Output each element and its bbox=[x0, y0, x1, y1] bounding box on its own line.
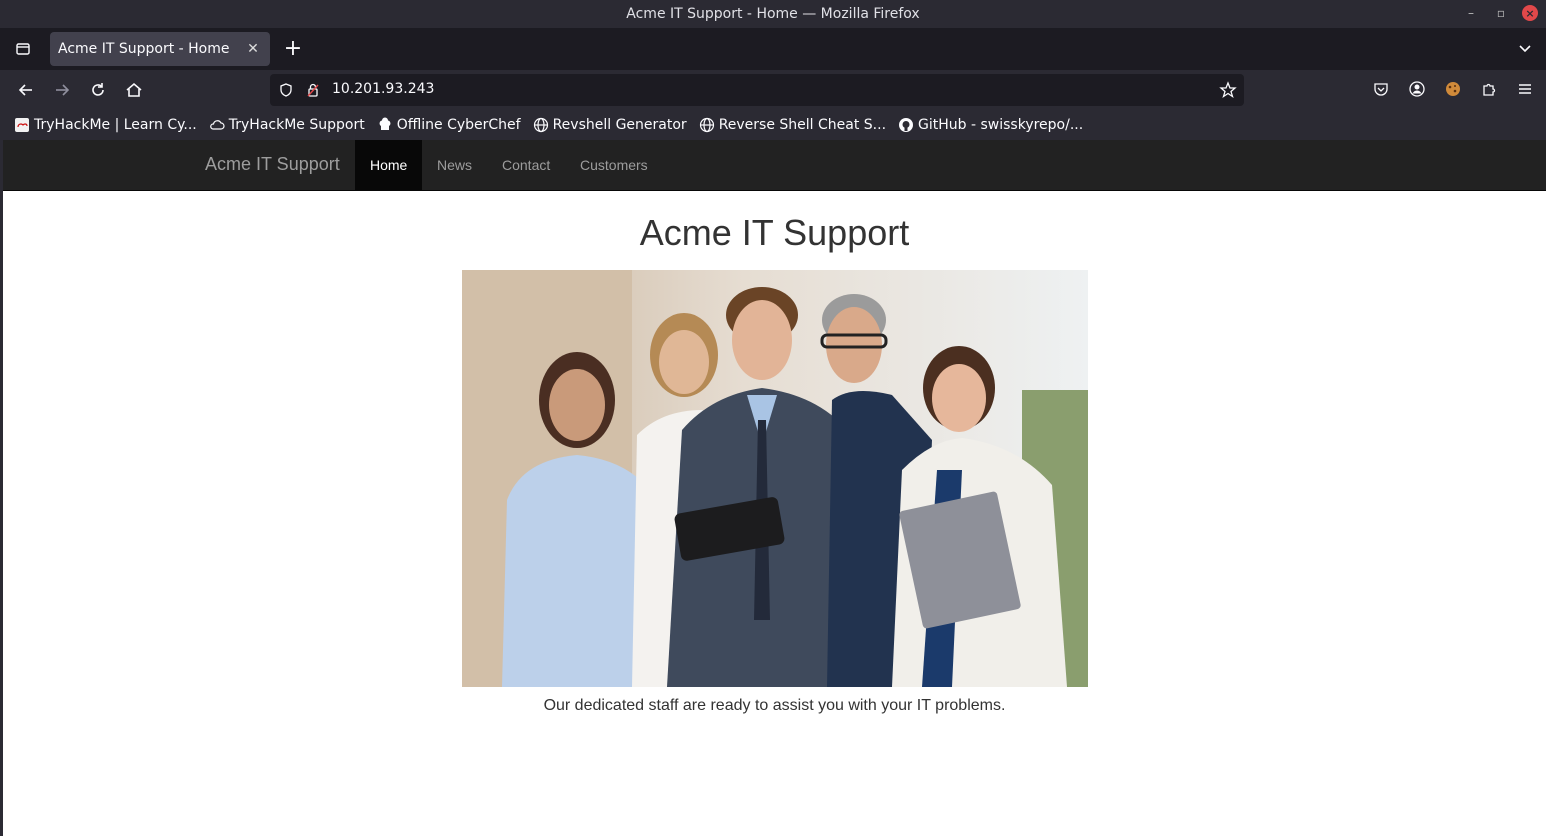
bookmark-github[interactable]: GitHub - swisskyrepo/... bbox=[898, 117, 1083, 133]
window-title: Acme IT Support - Home — Mozilla Firefox bbox=[626, 6, 920, 22]
nav-contact[interactable]: Contact bbox=[487, 140, 565, 190]
globe-icon bbox=[699, 117, 715, 133]
bookmark-tryhackme[interactable]: TryHackMe | Learn Cy... bbox=[14, 117, 197, 133]
team-photo bbox=[462, 270, 1088, 687]
site-brand[interactable]: Acme IT Support bbox=[205, 154, 340, 175]
extensions-puzzle-icon[interactable] bbox=[1478, 78, 1500, 100]
extension-cookie-icon[interactable] bbox=[1442, 78, 1464, 100]
window-controls: – ▫ × bbox=[1462, 4, 1538, 22]
close-window-icon[interactable]: × bbox=[1522, 5, 1538, 21]
photo-caption: Our dedicated staff are ready to assist … bbox=[543, 697, 1006, 714]
new-tab-icon[interactable]: + bbox=[282, 36, 304, 61]
bookmark-tryhackme-support[interactable]: TryHackMe Support bbox=[209, 117, 365, 133]
bookmark-label: TryHackMe Support bbox=[228, 117, 365, 133]
bookmarks-toolbar: TryHackMe | Learn Cy... TryHackMe Suppor… bbox=[0, 110, 1546, 140]
tab-active[interactable]: Acme IT Support - Home ✕ bbox=[50, 32, 270, 66]
bookmark-revshell[interactable]: Revshell Generator bbox=[533, 117, 687, 133]
window-titlebar: Acme IT Support - Home — Mozilla Firefox… bbox=[0, 0, 1546, 28]
globe-icon bbox=[533, 117, 549, 133]
reload-icon[interactable] bbox=[86, 78, 110, 102]
pocket-icon[interactable] bbox=[1370, 78, 1392, 100]
bookmark-label: Offline CyberChef bbox=[396, 117, 521, 133]
tab-label: Acme IT Support - Home bbox=[58, 41, 230, 57]
toolbar-right-icons bbox=[1370, 78, 1536, 100]
bookmark-label: GitHub - swisskyrepo/... bbox=[918, 117, 1084, 133]
site-navbar: Acme IT Support Home News Contact Custom… bbox=[3, 140, 1546, 191]
page-title: Acme IT Support bbox=[639, 212, 910, 253]
nav-news[interactable]: News bbox=[422, 140, 487, 190]
chef-hat-icon bbox=[377, 117, 393, 133]
nav-customers[interactable]: Customers bbox=[565, 140, 663, 190]
url-text[interactable]: 10.201.93.243 bbox=[332, 81, 434, 97]
url-bar[interactable]: 10.201.93.243 bbox=[270, 74, 1244, 106]
bookmark-cyberchef[interactable]: Offline CyberChef bbox=[377, 117, 521, 133]
browser-toolbar: 10.201.93.243 bbox=[0, 70, 1546, 110]
tryhackme-icon bbox=[14, 117, 30, 133]
bookmark-star-icon[interactable] bbox=[1219, 81, 1237, 99]
home-icon[interactable] bbox=[122, 78, 146, 102]
tab-list-icon[interactable] bbox=[12, 38, 34, 60]
tab-close-icon[interactable]: ✕ bbox=[244, 40, 262, 58]
bookmark-reverse-shell-cheat[interactable]: Reverse Shell Cheat S... bbox=[699, 117, 886, 133]
bookmark-label: Revshell Generator bbox=[552, 117, 687, 133]
chevron-down-icon[interactable] bbox=[1514, 38, 1536, 60]
bookmark-label: TryHackMe | Learn Cy... bbox=[34, 117, 197, 133]
nav-home[interactable]: Home bbox=[355, 140, 423, 190]
back-arrow-icon[interactable] bbox=[14, 78, 38, 102]
hamburger-menu-icon[interactable] bbox=[1514, 78, 1536, 100]
forward-arrow-icon[interactable] bbox=[50, 78, 74, 102]
tab-bar: Acme IT Support - Home ✕ + bbox=[0, 28, 1546, 70]
insecure-lock-icon[interactable] bbox=[304, 81, 322, 99]
bookmark-label: Reverse Shell Cheat S... bbox=[718, 117, 887, 133]
restore-icon[interactable]: ▫ bbox=[1492, 4, 1510, 22]
shield-icon[interactable] bbox=[277, 81, 295, 99]
github-icon bbox=[898, 117, 914, 133]
page-viewport: Acme IT Support Home News Contact Custom… bbox=[3, 140, 1546, 836]
account-icon[interactable] bbox=[1406, 78, 1428, 100]
cloud-icon bbox=[209, 117, 225, 133]
minimize-icon[interactable]: – bbox=[1462, 4, 1480, 22]
